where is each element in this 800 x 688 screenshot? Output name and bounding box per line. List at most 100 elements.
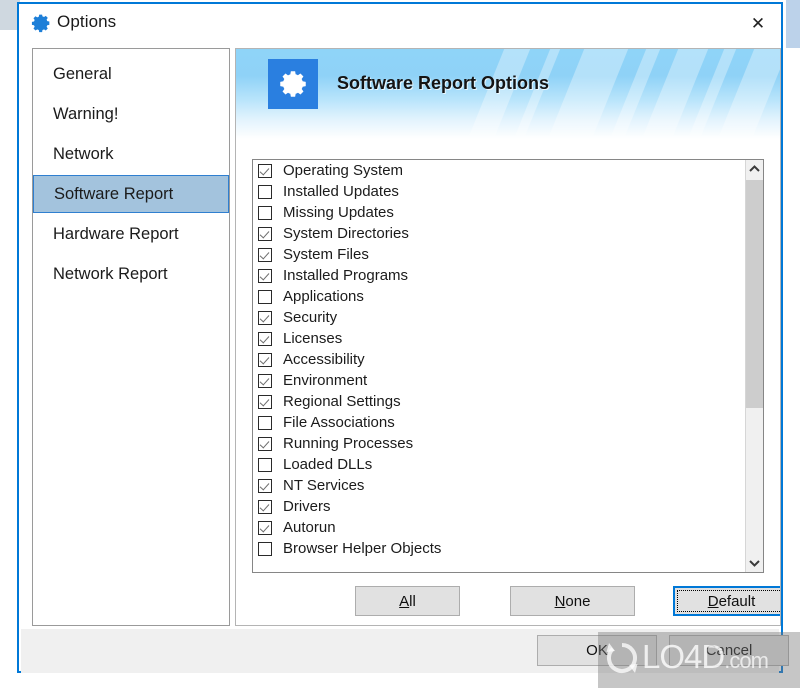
chevron-down-icon[interactable] <box>746 554 763 572</box>
page-title: Software Report Options <box>337 73 550 93</box>
list-item[interactable]: Loaded DLLs <box>253 454 743 475</box>
list-item[interactable]: System Directories <box>253 223 743 244</box>
window-title: Options <box>57 12 117 31</box>
list-scrollbar[interactable] <box>745 160 763 572</box>
cancel-button[interactable]: Cancel <box>669 635 789 666</box>
list-item[interactable]: Operating System <box>253 160 743 181</box>
checkbox[interactable] <box>258 541 272 556</box>
default-button-label: Default <box>707 592 756 610</box>
list-item[interactable]: Drivers <box>253 496 743 517</box>
list-item-label: Regional Settings <box>283 393 401 410</box>
list-item[interactable]: Installed Programs <box>253 265 743 286</box>
desktop-corner-right <box>786 0 800 48</box>
checkbox[interactable] <box>258 289 272 304</box>
list-item[interactable]: Regional Settings <box>253 391 743 412</box>
list-item-label: Installed Updates <box>283 183 399 200</box>
sidebar-item-warning[interactable]: Warning! <box>33 95 229 133</box>
sidebar: General Warning! Network Software Report… <box>32 48 230 626</box>
none-button[interactable]: None <box>510 586 635 616</box>
chevron-up-icon[interactable] <box>746 160 763 178</box>
list-item-label: System Directories <box>283 225 409 242</box>
list-item-label: Operating System <box>283 162 404 179</box>
list-item[interactable]: Licenses <box>253 328 743 349</box>
list-item-label: Missing Updates <box>283 204 394 221</box>
checkbox[interactable] <box>258 310 272 325</box>
checkbox-list: Operating System Installed Updates Missi… <box>253 160 743 559</box>
list-item-label: Drivers <box>283 498 331 515</box>
list-item-label: Loaded DLLs <box>283 456 373 473</box>
list-item-label: Installed Programs <box>283 267 409 284</box>
gear-icon <box>30 12 52 34</box>
ok-button-label: OK <box>586 642 608 659</box>
checkbox[interactable] <box>258 436 272 451</box>
scrollbar-thumb[interactable] <box>746 180 763 408</box>
sidebar-item-label: Network <box>53 144 114 163</box>
close-icon[interactable]: ✕ <box>735 4 781 42</box>
list-item-label: System Files <box>283 246 369 263</box>
list-item[interactable]: Autorun <box>253 517 743 538</box>
all-button-label: All <box>399 592 416 610</box>
checkbox[interactable] <box>258 247 272 262</box>
sidebar-item-network[interactable]: Network <box>33 135 229 173</box>
sidebar-item-label: Warning! <box>53 104 119 123</box>
sidebar-item-label: General <box>53 64 112 83</box>
title-bar: Options ✕ <box>19 4 781 44</box>
gear-icon <box>268 59 318 109</box>
sidebar-item-network-report[interactable]: Network Report <box>33 255 229 293</box>
list-item[interactable]: File Associations <box>253 412 743 433</box>
checkbox[interactable] <box>258 457 272 472</box>
report-options-listbox[interactable]: Operating System Installed Updates Missi… <box>252 159 764 573</box>
list-item-label: NT Services <box>283 477 365 494</box>
checkbox[interactable] <box>258 394 272 409</box>
banner-streak <box>455 49 543 139</box>
list-item[interactable]: Browser Helper Objects <box>253 538 743 559</box>
none-button-label: None <box>554 592 591 610</box>
checkbox[interactable] <box>258 205 272 220</box>
list-item-label: Licenses <box>283 330 343 347</box>
list-item[interactable]: Environment <box>253 370 743 391</box>
list-item[interactable]: Security <box>253 307 743 328</box>
checkbox[interactable] <box>258 268 272 283</box>
checkbox[interactable] <box>258 478 272 493</box>
checkbox[interactable] <box>258 331 272 346</box>
checkbox[interactable] <box>258 226 272 241</box>
list-item-label: Environment <box>283 372 368 389</box>
sidebar-item-general[interactable]: General <box>33 55 229 93</box>
cancel-button-label: Cancel <box>705 642 753 659</box>
checkbox[interactable] <box>258 184 272 199</box>
checkbox[interactable] <box>258 352 272 367</box>
default-focus-ring: Default <box>677 590 780 612</box>
list-item[interactable]: NT Services <box>253 475 743 496</box>
checkbox[interactable] <box>258 415 272 430</box>
options-dialog: Options ✕ General Warning! Network Softw… <box>17 2 789 673</box>
sidebar-item-software-report[interactable]: Software Report <box>33 175 229 213</box>
list-item-label: Running Processes <box>283 435 414 452</box>
ok-button[interactable]: OK <box>537 635 657 666</box>
default-button[interactable]: Default <box>673 586 780 616</box>
sidebar-item-hardware-report[interactable]: Hardware Report <box>33 215 229 253</box>
list-item-label: Autorun <box>283 519 336 536</box>
list-item[interactable]: Running Processes <box>253 433 743 454</box>
list-item[interactable]: Missing Updates <box>253 202 743 223</box>
list-item[interactable]: System Files <box>253 244 743 265</box>
list-item-label: Security <box>283 309 338 326</box>
sidebar-item-label: Hardware Report <box>53 224 179 243</box>
checkbox[interactable] <box>258 163 272 178</box>
sidebar-item-label: Network Report <box>53 264 168 283</box>
list-item[interactable]: Installed Updates <box>253 181 743 202</box>
checkbox[interactable] <box>258 499 272 514</box>
list-item-label: Applications <box>283 288 364 305</box>
list-item[interactable]: Accessibility <box>253 349 743 370</box>
checkbox[interactable] <box>258 520 272 535</box>
all-button[interactable]: All <box>355 586 460 616</box>
page-banner: Software Report Options <box>236 49 780 139</box>
list-item-label: Accessibility <box>283 351 365 368</box>
list-item[interactable]: Applications <box>253 286 743 307</box>
list-item-label: Browser Helper Objects <box>283 540 442 557</box>
checkbox[interactable] <box>258 373 272 388</box>
dialog-footer: OK Cancel <box>21 629 789 673</box>
sidebar-item-label: Software Report <box>54 184 174 203</box>
close-glyph: ✕ <box>750 13 766 33</box>
list-item-label: File Associations <box>283 414 395 431</box>
content-panel: Software Report Options Operating System… <box>235 48 781 626</box>
